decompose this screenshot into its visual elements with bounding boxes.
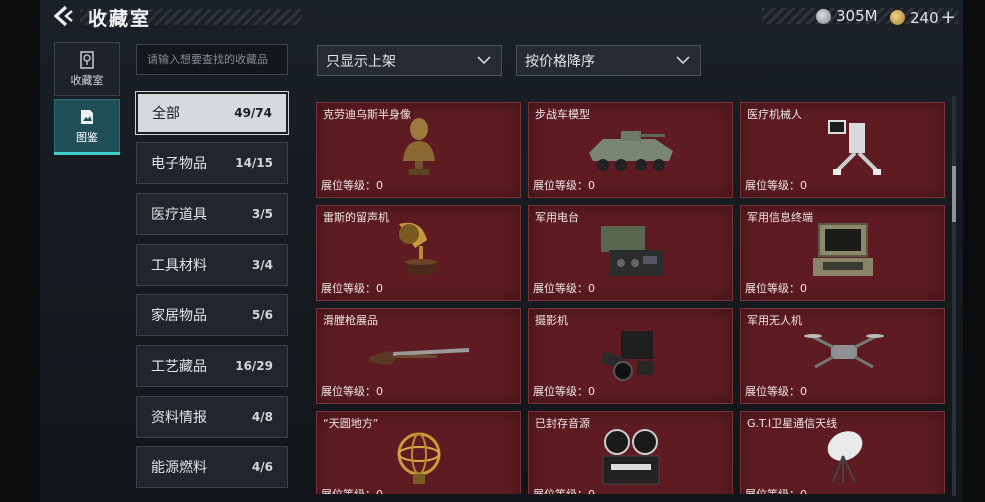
search-input[interactable] bbox=[136, 44, 288, 75]
collection-card[interactable]: 摄影机 展位等级：0 bbox=[528, 308, 733, 404]
collection-card[interactable]: 克劳迪乌斯半身像 展位等级：0 bbox=[316, 102, 521, 198]
category-count: 3/4 bbox=[251, 258, 273, 272]
collection-card[interactable]: 军用信息终端 展位等级：0 bbox=[740, 205, 945, 301]
scroll-thumb[interactable] bbox=[952, 166, 956, 222]
booth-level: 展位等级：0 bbox=[533, 385, 595, 398]
military-radio-icon bbox=[600, 226, 663, 276]
category-count: 16/29 bbox=[235, 359, 273, 373]
tab-label: 收藏室 bbox=[70, 73, 104, 87]
category-tools[interactable]: 工具材料 3/4 bbox=[136, 244, 288, 286]
gold-amount: 240 bbox=[910, 8, 939, 27]
tab-collection-room[interactable]: 收藏室 bbox=[54, 42, 120, 96]
tab-catalog[interactable]: 图鉴 bbox=[54, 99, 120, 155]
collection-room-icon bbox=[80, 50, 94, 69]
category-medical[interactable]: 医疗道具 3/5 bbox=[136, 193, 288, 235]
catalog-icon bbox=[81, 109, 93, 124]
app-frame: 收藏室 305M 240 + 收藏室 图鉴 只显示上架 bbox=[0, 0, 985, 502]
add-currency-icon[interactable]: + bbox=[941, 7, 956, 28]
info-terminal-icon bbox=[812, 223, 873, 276]
category-energy[interactable]: 能源燃料 4/6 bbox=[136, 446, 288, 488]
reel-recorder-icon bbox=[602, 429, 659, 485]
collection-card[interactable]: 医疗机械人 展位等级：0 bbox=[740, 102, 945, 198]
medical-robot-icon bbox=[827, 120, 881, 175]
page-title: 收藏室 bbox=[88, 8, 152, 30]
booth-level: 展位等级：0 bbox=[321, 486, 383, 494]
booth-level: 展位等级：0 bbox=[745, 282, 807, 295]
back-arrow-icon bbox=[53, 5, 73, 27]
camera-icon bbox=[600, 331, 653, 381]
booth-level: 展位等级：0 bbox=[745, 179, 807, 192]
grid-scrollbar[interactable] bbox=[952, 96, 956, 496]
category-crafts[interactable]: 工艺藏品 16/29 bbox=[136, 345, 288, 387]
back-button[interactable] bbox=[52, 5, 78, 27]
category-name: 工艺藏品 bbox=[151, 359, 207, 375]
category-count: 4/8 bbox=[251, 410, 273, 424]
category-name: 资料情报 bbox=[151, 410, 207, 426]
category-name: 家居物品 bbox=[151, 308, 207, 324]
booth-level: 展位等级：0 bbox=[533, 179, 595, 192]
collection-card[interactable]: 步战车模型 展位等级：0 bbox=[528, 102, 733, 198]
category-count: 49/74 bbox=[234, 106, 272, 120]
booth-level: 展位等级：0 bbox=[533, 282, 595, 295]
armillary-sphere-icon bbox=[397, 432, 440, 484]
armored-vehicle-icon bbox=[588, 131, 673, 171]
silver-currency: 305M bbox=[816, 7, 878, 25]
musket-icon bbox=[368, 346, 469, 365]
category-name: 电子物品 bbox=[151, 156, 207, 172]
booth-level: 展位等级：0 bbox=[533, 486, 595, 494]
satellite-dish-icon bbox=[827, 431, 862, 483]
bust-icon bbox=[402, 118, 435, 175]
shelf-filter-dropdown[interactable]: 只显示上架 bbox=[317, 45, 502, 76]
category-count: 14/15 bbox=[235, 156, 273, 170]
dropdown-value: 按价格降序 bbox=[525, 53, 595, 70]
booth-level: 展位等级：0 bbox=[321, 179, 383, 192]
booth-level: 展位等级：0 bbox=[321, 282, 383, 295]
collection-card[interactable]: 已封存音源 展位等级：0 bbox=[528, 411, 733, 494]
chevron-down-icon bbox=[477, 56, 491, 65]
category-name: 全部 bbox=[152, 106, 180, 122]
booth-level: 展位等级：0 bbox=[745, 385, 807, 398]
dropdown-value: 只显示上架 bbox=[326, 53, 396, 70]
category-electronics[interactable]: 电子物品 14/15 bbox=[136, 142, 288, 184]
category-count: 5/6 bbox=[251, 308, 273, 322]
category-household[interactable]: 家居物品 5/6 bbox=[136, 294, 288, 336]
category-all[interactable]: 全部 49/74 bbox=[135, 91, 289, 135]
tab-label: 图鉴 bbox=[76, 130, 98, 144]
category-count: 4/6 bbox=[251, 460, 273, 474]
gold-coin-icon bbox=[890, 10, 905, 25]
category-name: 医疗道具 bbox=[151, 207, 207, 223]
collection-card[interactable]: 滑膛枪展品 展位等级：0 bbox=[316, 308, 521, 404]
item-name: 军用电台 bbox=[535, 211, 579, 224]
collection-card[interactable]: 军用无人机 展位等级：0 bbox=[740, 308, 945, 404]
booth-level: 展位等级：0 bbox=[745, 486, 807, 494]
collection-card[interactable]: G.T.I卫星通信天线 展位等级：0 bbox=[740, 411, 945, 494]
category-name: 能源燃料 bbox=[151, 460, 207, 476]
collection-grid: 克劳迪乌斯半身像 展位等级：0 步战车模型 展位等级：0 医疗机械人 展位等级：… bbox=[316, 92, 948, 494]
collection-card[interactable]: 雷斯的留声机 展位等级：0 bbox=[316, 205, 521, 301]
category-name: 工具材料 bbox=[151, 258, 207, 274]
gold-currency[interactable]: 240 + bbox=[890, 7, 956, 28]
collection-card[interactable]: 军用电台 展位等级：0 bbox=[528, 205, 733, 301]
silver-amount: 305M bbox=[836, 7, 878, 25]
booth-level: 展位等级：0 bbox=[321, 385, 383, 398]
item-name: 摄影机 bbox=[535, 314, 568, 327]
category-count: 3/5 bbox=[251, 207, 273, 221]
chevron-down-icon bbox=[676, 56, 690, 65]
category-intel[interactable]: 资料情报 4/8 bbox=[136, 396, 288, 438]
gramophone-icon bbox=[398, 222, 437, 274]
drone-icon bbox=[803, 334, 884, 369]
silver-coin-icon bbox=[816, 8, 831, 24]
collection-card[interactable]: “天圆地方” 展位等级：0 bbox=[316, 411, 521, 494]
sort-dropdown[interactable]: 按价格降序 bbox=[516, 45, 701, 76]
top-bar: 收藏室 305M 240 + bbox=[40, 0, 963, 34]
